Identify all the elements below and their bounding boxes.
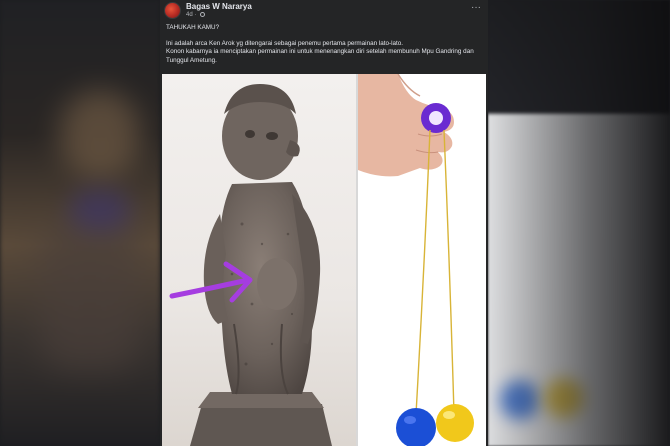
post-meta: 4d · — [186, 12, 206, 18]
caption-line: Konon kabarnya ia menciptakan permainan … — [166, 48, 474, 64]
lato-lato-illustration — [358, 74, 474, 446]
author-name[interactable]: Bagas W Nararya — [186, 2, 252, 11]
globe-icon — [200, 12, 206, 17]
post-photo[interactable] — [162, 74, 486, 446]
statue-illustration — [169, 84, 332, 446]
blue-ball — [396, 408, 436, 446]
lato-lato-photo — [358, 74, 486, 446]
statue-photo — [162, 74, 356, 446]
avatar[interactable] — [164, 2, 181, 19]
facebook-post: Bagas W Nararya 4d · ··· TAHUKAH KAMU? I… — [160, 0, 488, 446]
more-options-icon[interactable]: ··· — [471, 2, 481, 13]
caption-line: Ini adalah arca Ken Arok yg ditengarai s… — [166, 39, 403, 47]
blurred-background-left — [0, 0, 160, 446]
yellow-ball — [436, 404, 474, 442]
post-caption: TAHUKAH KAMU? Ini adalah arca Ken Arok y… — [166, 24, 478, 65]
post-time[interactable]: 4d — [186, 12, 193, 18]
caption-heading: TAHUKAH KAMU? — [166, 24, 220, 31]
post-header: Bagas W Nararya 4d · ··· — [160, 0, 488, 22]
blurred-background-right — [488, 0, 670, 446]
